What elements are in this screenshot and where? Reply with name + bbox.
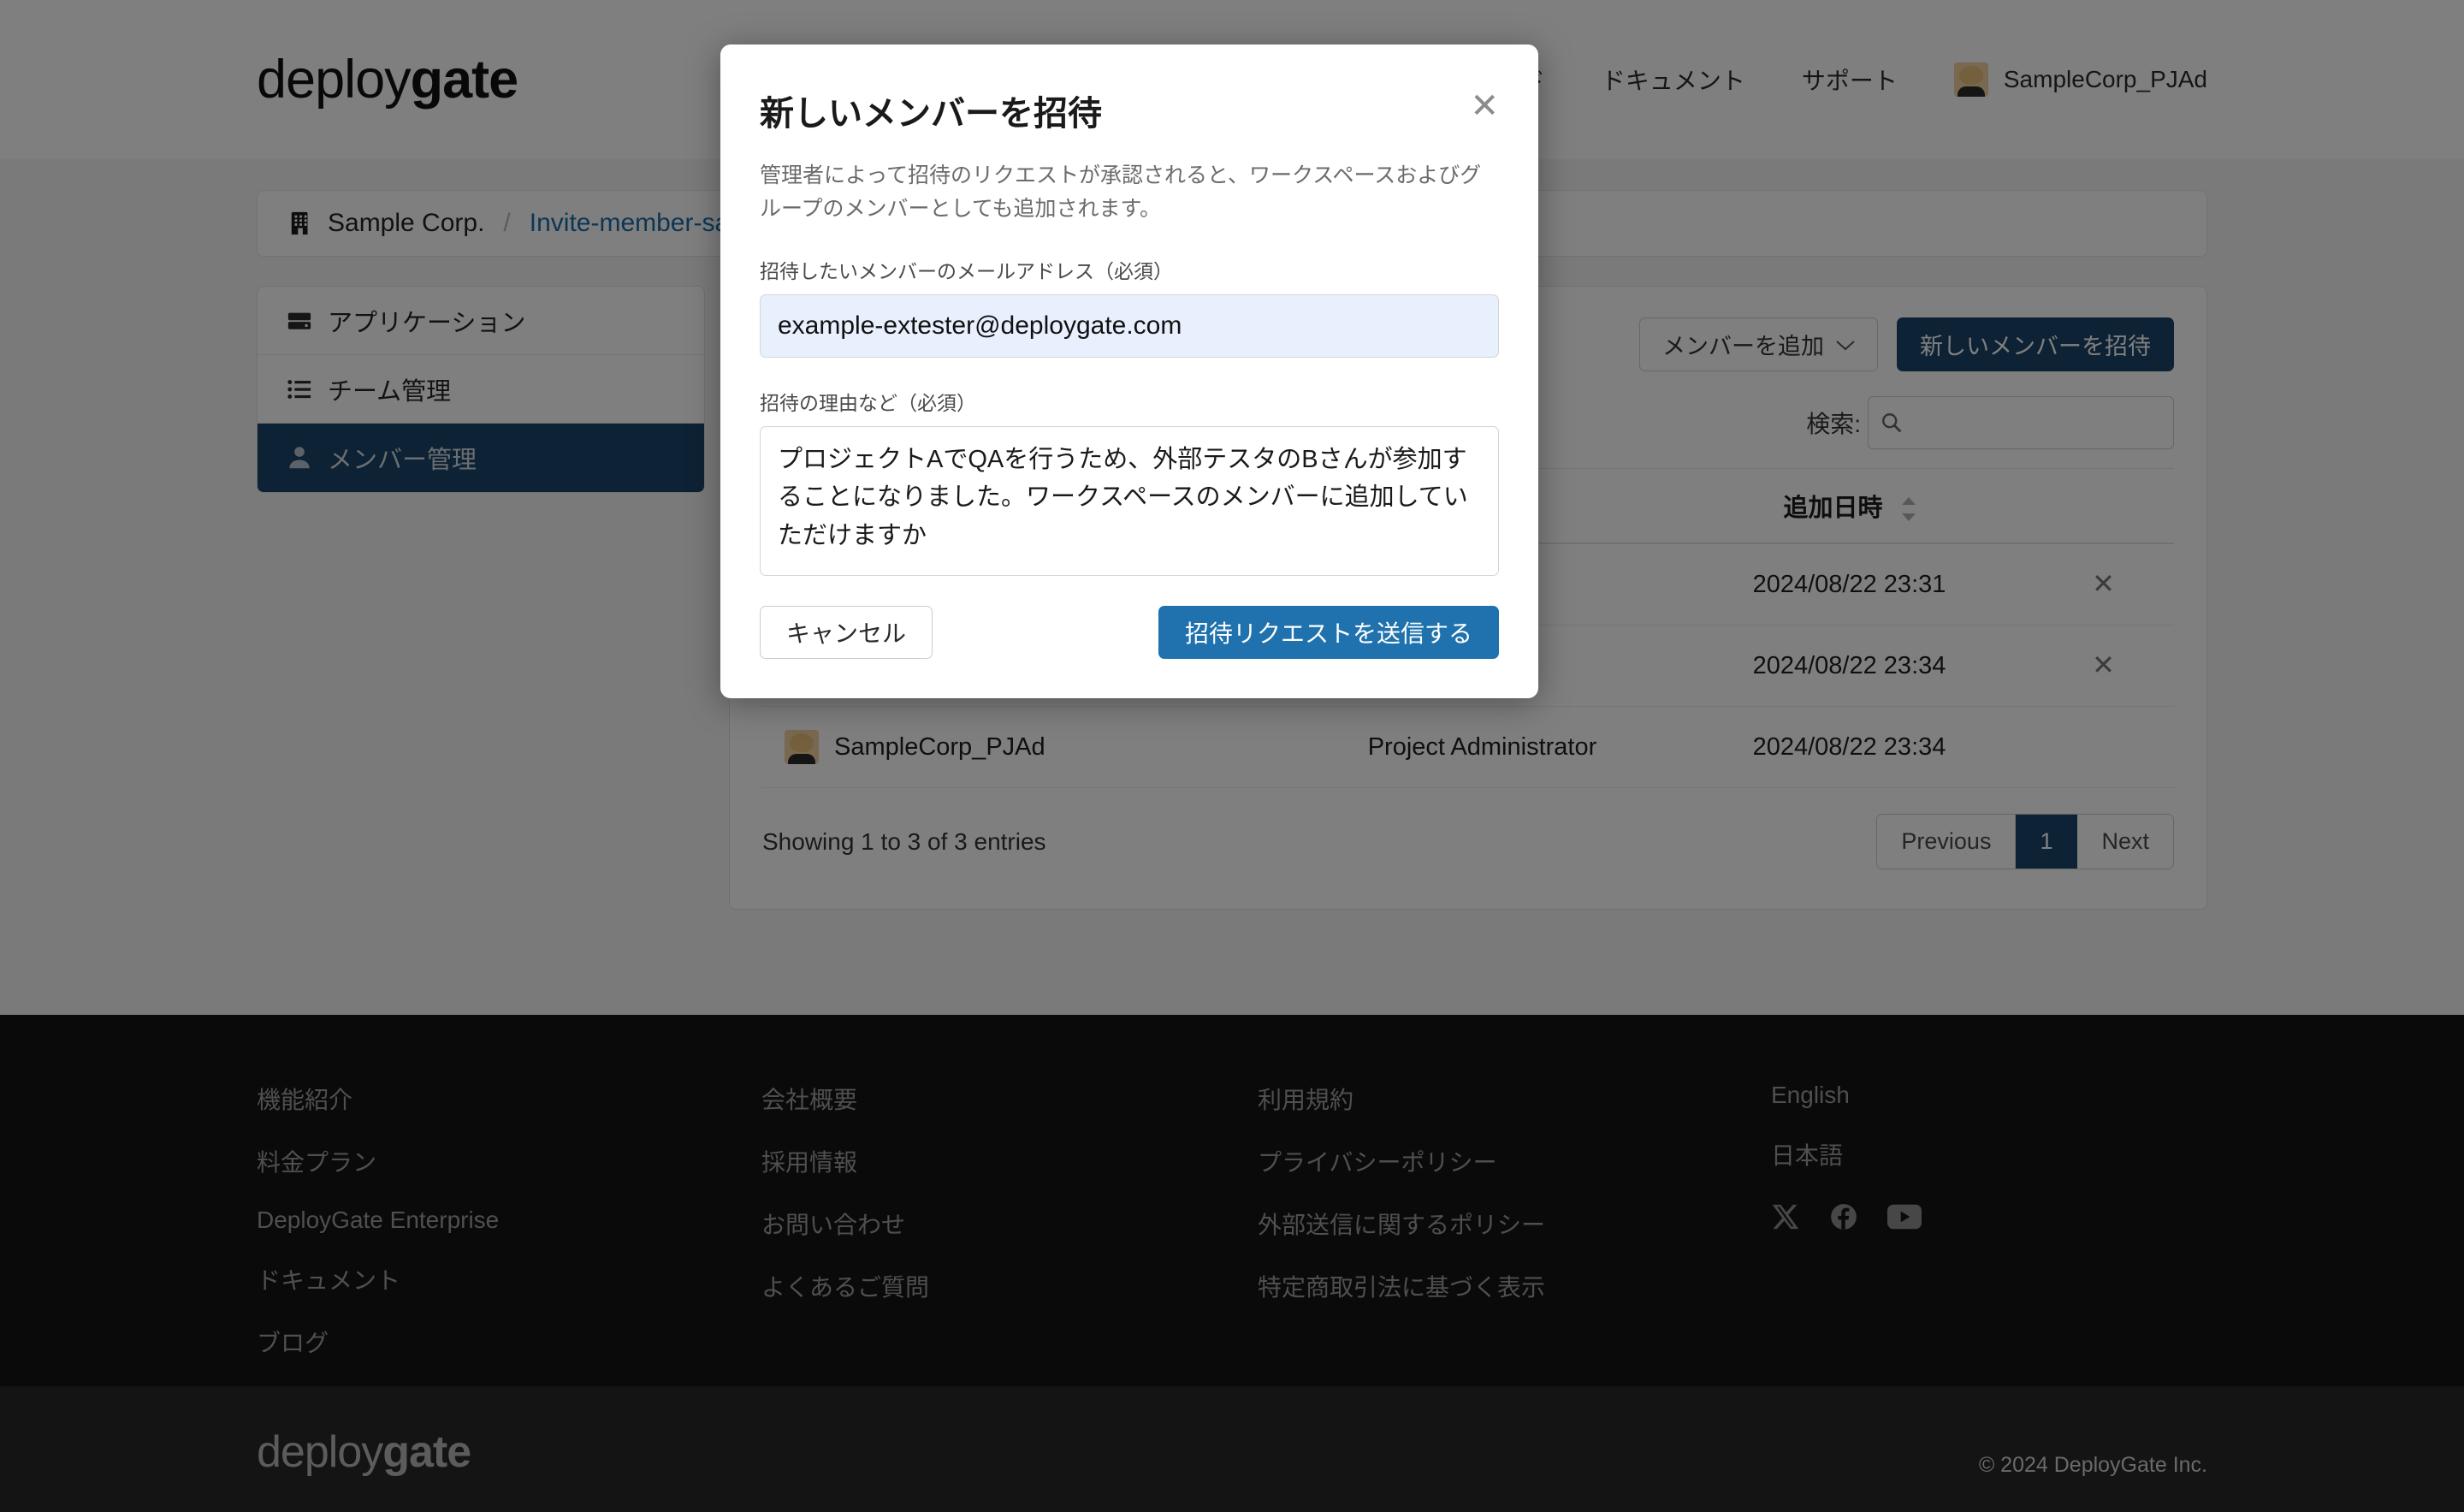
modal-title: 新しいメンバーを招待 — [760, 86, 1470, 135]
submit-invite-request-button[interactable]: 招待リクエストを送信する — [1158, 606, 1499, 659]
footer-logo-bold: gate — [382, 1427, 471, 1477]
reason-textarea[interactable] — [760, 426, 1499, 576]
modal-header: 新しいメンバーを招待 ✕ — [720, 44, 1538, 135]
footer-logo-light: deploy — [257, 1427, 382, 1477]
email-field-label: 招待したいメンバーのメールアドレス（必須） — [760, 255, 1499, 284]
invite-member-modal: 新しいメンバーを招待 ✕ 管理者によって招待のリクエストが承認されると、ワークス… — [720, 44, 1538, 698]
copyright: © 2024 DeployGate Inc. — [1979, 1453, 2207, 1478]
modal-body: 招待したいメンバーのメールアドレス（必須） 招待の理由など（必須） — [720, 226, 1538, 580]
modal-footer: キャンセル 招待リクエストを送信する — [720, 580, 1538, 698]
footer-bottom: deploygate © 2024 DeployGate Inc. — [257, 1426, 2207, 1478]
reason-field-label: 招待の理由など（必須） — [760, 387, 1499, 416]
footer-logo: deploygate — [257, 1426, 471, 1478]
close-icon[interactable]: ✕ — [1470, 86, 1499, 123]
modal-description: 管理者によって招待のリクエストが承認されると、ワークスペースおよびグループのメン… — [720, 135, 1538, 226]
email-field[interactable] — [760, 294, 1499, 358]
cancel-button[interactable]: キャンセル — [760, 606, 933, 659]
